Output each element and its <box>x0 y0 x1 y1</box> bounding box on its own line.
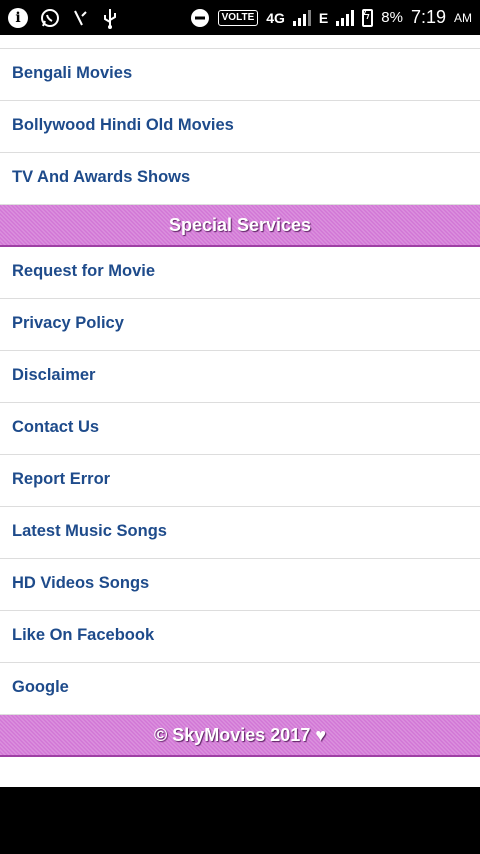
section-header-special-services: Special Services <box>0 205 480 247</box>
signal-strength-icon <box>292 9 311 26</box>
network-type-4g: 4G <box>266 9 285 26</box>
clock-ampm: AM <box>454 10 472 25</box>
whatsapp-icon <box>40 8 60 28</box>
footer-copyright: © SkyMovies 2017 ♥ <box>0 715 480 757</box>
usb-icon <box>102 7 118 29</box>
menu-item-tv-and-awards-shows[interactable]: TV And Awards Shows <box>0 153 480 205</box>
missed-call-icon <box>72 8 90 28</box>
menu-item-report-error[interactable]: Report Error <box>0 455 480 507</box>
menu-item-bengali-movies[interactable]: Bengali Movies <box>0 49 480 101</box>
system-icons: VOLTE 4G E 8% 7:19 AM <box>190 7 472 28</box>
network-type-e: E <box>318 9 329 26</box>
top-divider <box>0 35 480 49</box>
page-content: Bengali Movies Bollywood Hindi Old Movie… <box>0 35 480 787</box>
notification-icons: i <box>8 7 118 29</box>
menu-item-contact-us[interactable]: Contact Us <box>0 403 480 455</box>
menu-item-hd-videos-songs[interactable]: HD Videos Songs <box>0 559 480 611</box>
menu-item-google[interactable]: Google <box>0 663 480 715</box>
status-bar: i VOLTE 4G E 8% 7:19 AM <box>0 0 480 35</box>
menu-item-privacy-policy[interactable]: Privacy Policy <box>0 299 480 351</box>
do-not-disturb-icon <box>190 8 210 28</box>
menu-item-latest-music-songs[interactable]: Latest Music Songs <box>0 507 480 559</box>
menu-item-request-for-movie[interactable]: Request for Movie <box>0 247 480 299</box>
clock-time: 7:19 <box>410 7 446 27</box>
menu-item-disclaimer[interactable]: Disclaimer <box>0 351 480 403</box>
battery-percent: 8% <box>381 9 403 26</box>
volte-badge: VOLTE <box>217 9 259 26</box>
info-icon: i <box>8 7 28 28</box>
menu-item-bollywood-hindi-old-movies[interactable]: Bollywood Hindi Old Movies <box>0 101 480 153</box>
battery-charging-icon <box>362 8 374 27</box>
menu-item-like-on-facebook[interactable]: Like On Facebook <box>0 611 480 663</box>
signal-strength-2-icon <box>336 9 355 26</box>
bottom-spacer <box>0 757 480 787</box>
navigation-bar <box>0 787 480 854</box>
